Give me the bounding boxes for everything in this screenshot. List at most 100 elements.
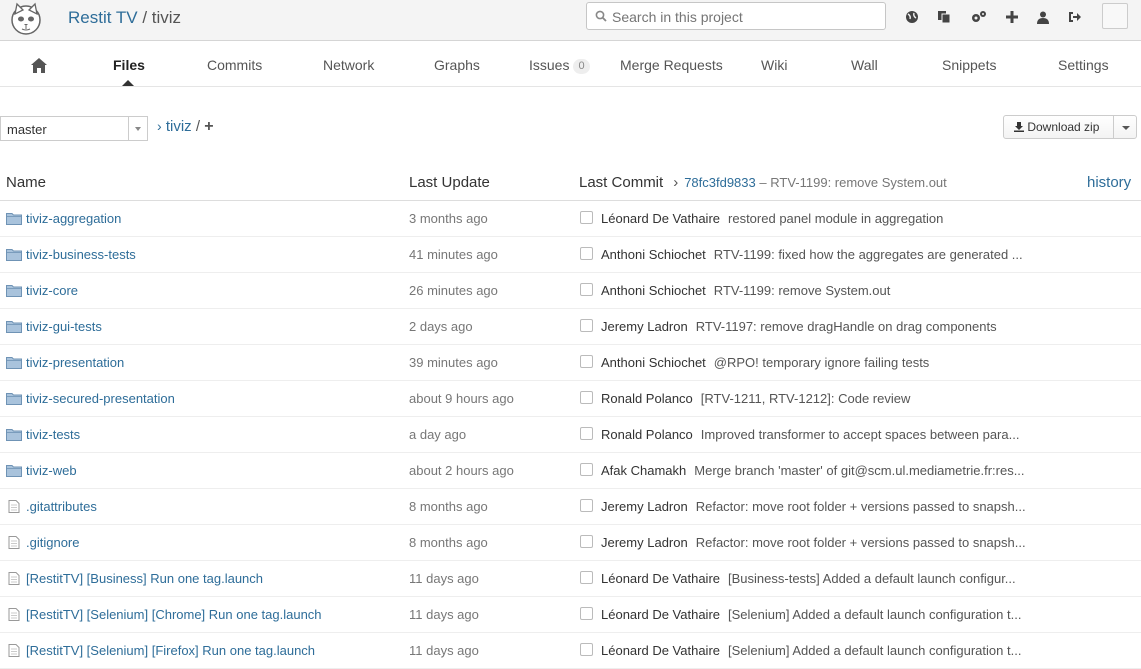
commit-message: @RPO! temporary ignore failing tests: [713, 355, 930, 370]
last-commit-sha-link[interactable]: 78fc3fd9833: [684, 175, 756, 190]
search-icon: [595, 10, 607, 22]
admin-cogs-icon[interactable]: [969, 7, 989, 27]
last-commit[interactable]: Léonard De Vathaire [Business-tests] Adde…: [601, 571, 1031, 586]
file-name-link[interactable]: tiviz-aggregation: [26, 211, 121, 226]
active-tab-caret: [122, 80, 134, 86]
file-name-link[interactable]: .gitattributes: [26, 499, 97, 514]
tab-merge-requests[interactable]: Merge Requests: [620, 57, 723, 73]
file-name-link[interactable]: tiviz-tests: [26, 427, 80, 442]
group-link[interactable]: Restit TV: [68, 8, 138, 27]
home-icon[interactable]: [30, 57, 48, 74]
commit-author: Jeremy Ladron: [601, 319, 688, 334]
author-avatar-placeholder: [580, 463, 593, 476]
project-name[interactable]: tiviz: [152, 8, 181, 27]
file-icon: [6, 572, 22, 585]
last-commit[interactable]: Léonard De Vathaire [Selenium] Added a de…: [601, 643, 1031, 658]
tab-wiki[interactable]: Wiki: [761, 57, 787, 73]
copy-icon[interactable]: [934, 7, 954, 27]
file-name-link[interactable]: tiviz-web: [26, 463, 77, 478]
commit-author: Léonard De Vathaire: [601, 607, 721, 622]
file-name-link[interactable]: [RestitTV] [Selenium] [Chrome] Run one t…: [26, 607, 322, 622]
download-zip-button[interactable]: Download zip: [1003, 115, 1114, 139]
last-commit[interactable]: Ronald Polanco Improved transformer to ac…: [601, 427, 1031, 442]
new-file-plus-icon[interactable]: +: [204, 118, 213, 135]
file-name-link[interactable]: tiviz-business-tests: [26, 247, 136, 262]
download-zip-label: Download zip: [1027, 120, 1100, 134]
last-commit[interactable]: Léonard De Vathaire restored panel module…: [601, 211, 1031, 226]
globe-icon[interactable]: [902, 7, 922, 27]
download-options-dropdown[interactable]: [1113, 115, 1137, 139]
branch-select[interactable]: master: [0, 116, 148, 141]
column-last-update-header: Last Update: [409, 174, 490, 191]
commit-message: [RTV-1211, RTV-1212]: Code review: [700, 391, 911, 406]
commit-message: [Selenium] Added a default launch config…: [728, 643, 1022, 658]
user-icon[interactable]: [1033, 7, 1053, 27]
last-commit[interactable]: Jeremy Ladron Refactor: move root folder …: [601, 499, 1031, 514]
tab-files[interactable]: Files: [113, 57, 145, 73]
tab-commits[interactable]: Commits: [207, 57, 262, 73]
table-row: tiviz-business-tests 41 minutes ago Anthon…: [0, 237, 1141, 273]
commit-author: Anthoni Schiochet: [601, 355, 706, 370]
commit-message: RTV-1199: remove System.out: [713, 283, 891, 298]
table-row: [RestitTV] [Business] Run one tag.launch…: [0, 561, 1141, 597]
tab-network[interactable]: Network: [323, 57, 374, 73]
last-commit[interactable]: Jeremy Ladron RTV-1197: remove dragHandle…: [601, 319, 1031, 334]
breadcrumb-root-link[interactable]: tiviz: [166, 118, 192, 135]
last-commit[interactable]: Anthoni Schiochet RTV-1199: fixed how the…: [601, 247, 1031, 262]
tab-settings[interactable]: Settings: [1058, 57, 1109, 73]
breadcrumb-slash: /: [195, 118, 201, 135]
commit-message: RTV-1197: remove dragHandle on drag comp…: [695, 319, 997, 334]
chevron-down-icon[interactable]: [128, 117, 147, 140]
file-name-link[interactable]: .gitignore: [26, 535, 79, 550]
last-update: about 9 hours ago: [409, 391, 514, 406]
file-name-link[interactable]: tiviz-gui-tests: [26, 319, 102, 334]
last-commit[interactable]: Léonard De Vathaire [Selenium] Added a de…: [601, 607, 1031, 622]
issues-count-badge: 0: [573, 59, 590, 74]
last-commit-label: Last Commit: [579, 174, 664, 191]
file-name-link[interactable]: [RestitTV] [Business] Run one tag.launch: [26, 571, 263, 586]
tab-issues[interactable]: Issues 0: [529, 57, 590, 74]
tab-snippets[interactable]: Snippets: [942, 57, 996, 73]
author-avatar-placeholder: [580, 643, 593, 656]
tab-graphs[interactable]: Graphs: [434, 57, 480, 73]
last-commit[interactable]: Anthoni Schiochet @RPO! temporary ignore …: [601, 355, 1031, 370]
search-box[interactable]: [586, 2, 886, 30]
last-update: about 2 hours ago: [409, 463, 514, 478]
last-commit[interactable]: Ronald Polanco [RTV-1211, RTV-1212]: Code…: [601, 391, 1031, 406]
history-link[interactable]: history: [1087, 174, 1131, 191]
last-commit[interactable]: Jeremy Ladron Refactor: move root folder …: [601, 535, 1031, 550]
search-input[interactable]: [612, 9, 872, 25]
folder-icon: [6, 356, 22, 369]
commit-author: Ronald Polanco: [601, 391, 693, 406]
last-update: 11 days ago: [409, 643, 479, 658]
file-icon: [6, 608, 22, 621]
folder-icon: [6, 212, 22, 225]
avatar[interactable]: [1102, 3, 1128, 29]
project-nav: Files Commits Network Graphs Issues 0 Mer…: [0, 41, 1141, 87]
file-name-link[interactable]: tiviz-secured-presentation: [26, 391, 175, 406]
breadcrumb: › tiviz / +: [157, 118, 214, 136]
folder-icon: [6, 392, 22, 405]
sign-out-icon[interactable]: [1065, 7, 1085, 27]
table-row: tiviz-secured-presentation about 9 hours …: [0, 381, 1141, 417]
tab-wall[interactable]: Wall: [851, 57, 878, 73]
folder-icon: [6, 248, 22, 261]
last-commit[interactable]: Anthoni Schiochet RTV-1199: remove System…: [601, 283, 1031, 298]
plus-icon[interactable]: [1002, 7, 1022, 27]
commit-author: Léonard De Vathaire: [601, 211, 721, 226]
commit-message: Refactor: move root folder + versions pa…: [695, 535, 1026, 550]
last-update: 8 months ago: [409, 499, 488, 514]
file-name-link[interactable]: tiviz-presentation: [26, 355, 124, 370]
last-commit[interactable]: Afak Chamakh Merge branch 'master' of git…: [601, 463, 1031, 478]
table-row: tiviz-aggregation 3 months ago Léonard De …: [0, 201, 1141, 237]
folder-icon: [6, 464, 22, 477]
author-avatar-placeholder: [580, 247, 593, 260]
tab-issues-label: Issues: [529, 57, 570, 73]
commit-message: Improved transformer to accept spaces be…: [700, 427, 1020, 442]
file-icon: [6, 500, 22, 513]
file-name-link[interactable]: tiviz-core: [26, 283, 78, 298]
author-avatar-placeholder: [580, 211, 593, 224]
column-name-header: Name: [6, 174, 47, 191]
gitlab-cat-logo[interactable]: [9, 2, 43, 36]
file-name-link[interactable]: [RestitTV] [Selenium] [Firefox] Run one …: [26, 643, 315, 658]
